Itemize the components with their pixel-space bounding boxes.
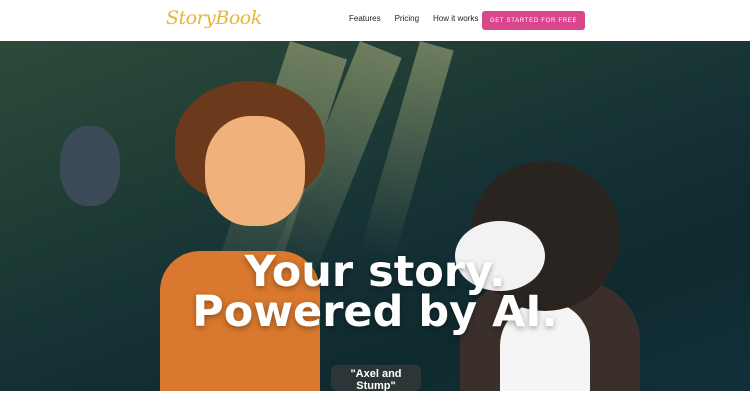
nav-link-how-it-works[interactable]: How it works — [433, 14, 478, 23]
get-started-button[interactable]: GET STARTED FOR FREE — [482, 11, 585, 30]
nav-links: Features Pricing How it works — [349, 14, 478, 23]
hero-section: Your story. Powered by AI. — [0, 41, 750, 391]
artwork-credit: created by Sorryboys — [342, 393, 410, 400]
hero-headline: Your story. Powered by AI. — [0, 247, 750, 337]
forest-creature-illustration — [60, 126, 120, 206]
artwork-caption: "Axel and Stump" created by Sorryboys — [331, 365, 421, 400]
headline-line-1: Your story. — [244, 247, 506, 297]
storybook-logo[interactable]: StoryBook — [166, 7, 262, 29]
boy-face-illustration — [205, 116, 305, 226]
top-navigation: StoryBook Features Pricing How it works … — [0, 0, 750, 41]
artwork-title: "Axel and Stump" — [350, 368, 402, 392]
headline-line-2: Powered by AI. — [192, 287, 558, 337]
nav-link-pricing[interactable]: Pricing — [395, 14, 419, 23]
nav-link-features[interactable]: Features — [349, 14, 381, 23]
